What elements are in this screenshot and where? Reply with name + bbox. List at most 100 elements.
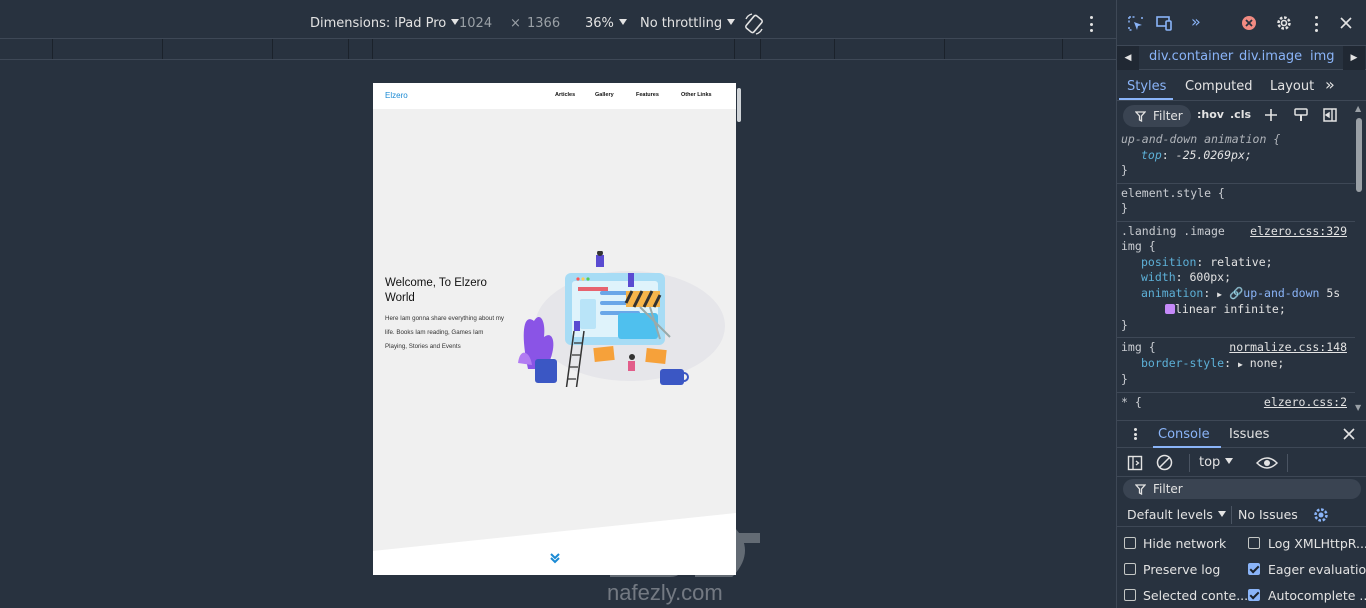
breadcrumb-item-active[interactable]: img bbox=[1310, 49, 1336, 64]
hover-state-toggle[interactable]: :hov bbox=[1197, 108, 1224, 121]
tab-issues[interactable]: Issues bbox=[1229, 427, 1269, 442]
rule-close: } bbox=[1121, 201, 1128, 215]
eager-evaluation-checkbox[interactable] bbox=[1248, 563, 1260, 575]
rotate-icon[interactable] bbox=[744, 13, 764, 35]
styles-tabbar: Styles Computed Layout » bbox=[1117, 71, 1366, 101]
height-input[interactable]: 1366 bbox=[527, 16, 560, 31]
property-name: border-style bbox=[1141, 355, 1225, 370]
option-label: Preserve log bbox=[1143, 562, 1221, 577]
media-query-ruler bbox=[0, 38, 1116, 60]
more-tabs-icon[interactable]: » bbox=[1325, 75, 1335, 94]
toggle-sidebar-icon[interactable] bbox=[1322, 107, 1338, 123]
rule-close: } bbox=[1121, 163, 1128, 177]
width-input[interactable]: 1024 bbox=[459, 16, 492, 31]
tab-computed[interactable]: Computed bbox=[1185, 79, 1253, 94]
class-toggle[interactable]: .cls bbox=[1230, 108, 1251, 121]
dimensions-label: Dimensions: iPad Pro bbox=[310, 16, 447, 31]
site-logo[interactable]: Elzero bbox=[385, 91, 408, 100]
close-drawer-icon[interactable] bbox=[1342, 427, 1356, 441]
property-value: none; bbox=[1249, 355, 1285, 370]
hide-network-checkbox[interactable] bbox=[1124, 537, 1136, 549]
tab-styles[interactable]: Styles bbox=[1127, 79, 1166, 94]
easing-editor-icon[interactable] bbox=[1165, 304, 1175, 314]
breadcrumb-scroll-right-icon[interactable]: ▶ bbox=[1343, 46, 1365, 70]
inspect-element-icon[interactable] bbox=[1127, 15, 1144, 32]
breadcrumb-scroll-left-icon[interactable]: ◀ bbox=[1117, 46, 1139, 70]
context-select[interactable]: top bbox=[1199, 455, 1234, 470]
tab-console[interactable]: Console bbox=[1158, 427, 1210, 442]
styles-pane: up-and-down animation { top: -25.0269px;… bbox=[1117, 130, 1355, 418]
filter-icon bbox=[1135, 111, 1146, 122]
property-value-link[interactable]: up-and-down bbox=[1243, 286, 1319, 300]
option-label: Eager evaluation bbox=[1268, 562, 1366, 577]
times-icon: × bbox=[510, 16, 521, 31]
css-rule[interactable]: element.style { } bbox=[1117, 184, 1355, 222]
css-rule[interactable]: up-and-down animation { top: -25.0269px;… bbox=[1117, 130, 1355, 184]
expand-triangle-icon[interactable]: ▶ bbox=[1238, 360, 1243, 369]
property-value: -25.0269px; bbox=[1175, 147, 1252, 162]
dimensions-select[interactable]: Dimensions: iPad Pro bbox=[310, 16, 460, 31]
rule-close: } bbox=[1121, 372, 1128, 386]
zoom-label: 36% bbox=[585, 16, 614, 31]
expand-triangle-icon[interactable]: ▶ bbox=[1217, 290, 1222, 299]
rule-source-link[interactable]: normalize.css:148 bbox=[1229, 340, 1347, 356]
throttling-select[interactable]: No throttling bbox=[640, 16, 736, 31]
devtools-menu-icon[interactable] bbox=[1311, 14, 1321, 34]
tab-layout[interactable]: Layout bbox=[1270, 79, 1314, 94]
console-toolbar: top bbox=[1117, 449, 1366, 477]
scroll-down-icon[interactable]: ▼ bbox=[1355, 403, 1361, 412]
console-settings-icon[interactable] bbox=[1312, 506, 1330, 524]
nav-link-articles[interactable]: Articles bbox=[555, 92, 575, 98]
option-label: Selected conte... bbox=[1143, 588, 1249, 603]
nav-link-features[interactable]: Features bbox=[636, 92, 659, 98]
console-sidebar-icon[interactable] bbox=[1127, 455, 1143, 471]
zoom-select[interactable]: 36% bbox=[585, 16, 627, 31]
chevron-down-icon bbox=[618, 19, 627, 25]
css-property[interactable]: top: -25.0269px; bbox=[1121, 148, 1351, 164]
breadcrumb-item[interactable]: div.container bbox=[1149, 49, 1233, 64]
more-tabs-icon[interactable]: » bbox=[1191, 12, 1201, 31]
css-property[interactable]: animation: ▶ 🔗up-and-down 5s bbox=[1121, 286, 1351, 303]
console-filter-input[interactable]: Filter bbox=[1123, 479, 1361, 499]
close-devtools-icon[interactable] bbox=[1339, 16, 1353, 30]
rule-source-link[interactable]: elzero.css:329 bbox=[1250, 224, 1347, 240]
error-count-icon[interactable] bbox=[1241, 15, 1257, 31]
rule-selector: up-and-down animation { bbox=[1121, 132, 1281, 146]
device-toggle-icon[interactable] bbox=[1155, 14, 1173, 32]
issues-count[interactable]: No Issues bbox=[1238, 507, 1298, 522]
more-options-icon[interactable] bbox=[1086, 14, 1096, 34]
clear-console-icon[interactable] bbox=[1156, 454, 1173, 471]
selected-context-checkbox[interactable] bbox=[1124, 589, 1136, 601]
add-rule-icon[interactable] bbox=[1263, 107, 1279, 123]
preserve-log-checkbox[interactable] bbox=[1124, 563, 1136, 575]
scroll-up-icon[interactable]: ▲ bbox=[1355, 104, 1361, 113]
settings-gear-icon[interactable] bbox=[1275, 14, 1293, 32]
double-chevron-down-icon[interactable] bbox=[549, 552, 561, 564]
log-xmlhttprequests-checkbox[interactable] bbox=[1248, 537, 1260, 549]
active-tab-indicator bbox=[1153, 446, 1221, 448]
css-property[interactable]: border-style: ▶ none; bbox=[1121, 356, 1351, 373]
css-rule[interactable]: img { normalize.css:148 border-style: ▶ … bbox=[1117, 338, 1355, 393]
css-rule[interactable]: * { elzero.css:2 bbox=[1117, 393, 1355, 415]
css-property-continued: linear infinite; bbox=[1121, 302, 1351, 318]
styles-filter-input[interactable]: Filter bbox=[1123, 105, 1191, 127]
styles-scrollbar[interactable]: ▲ ▼ bbox=[1354, 104, 1364, 414]
css-property[interactable]: position: relative; bbox=[1121, 255, 1351, 271]
device-scrollbar[interactable] bbox=[737, 88, 741, 122]
scrollbar-thumb[interactable] bbox=[1356, 118, 1362, 192]
animation-link-icon[interactable]: 🔗 bbox=[1229, 286, 1243, 300]
nav-link-gallery[interactable]: Gallery bbox=[595, 92, 614, 98]
property-name: width bbox=[1141, 270, 1176, 284]
nav-link-other-links[interactable]: Other Links bbox=[681, 92, 712, 98]
log-levels-select[interactable]: Default levels bbox=[1127, 507, 1226, 522]
autocomplete-checkbox[interactable] bbox=[1248, 589, 1260, 601]
paint-brush-icon[interactable] bbox=[1293, 107, 1309, 123]
watermark-text: nafezly.com bbox=[607, 580, 723, 605]
breadcrumb: ◀ div.container div.image img ▶ bbox=[1117, 46, 1366, 70]
css-property[interactable]: width: 600px; bbox=[1121, 270, 1351, 286]
breadcrumb-item[interactable]: div.image bbox=[1239, 49, 1302, 64]
rule-source-link[interactable]: elzero.css:2 bbox=[1264, 395, 1347, 411]
css-rule[interactable]: .landing .image elzero.css:329 img { pos… bbox=[1117, 222, 1355, 338]
live-expression-eye-icon[interactable] bbox=[1256, 455, 1278, 471]
drawer-menu-icon[interactable] bbox=[1130, 426, 1140, 442]
